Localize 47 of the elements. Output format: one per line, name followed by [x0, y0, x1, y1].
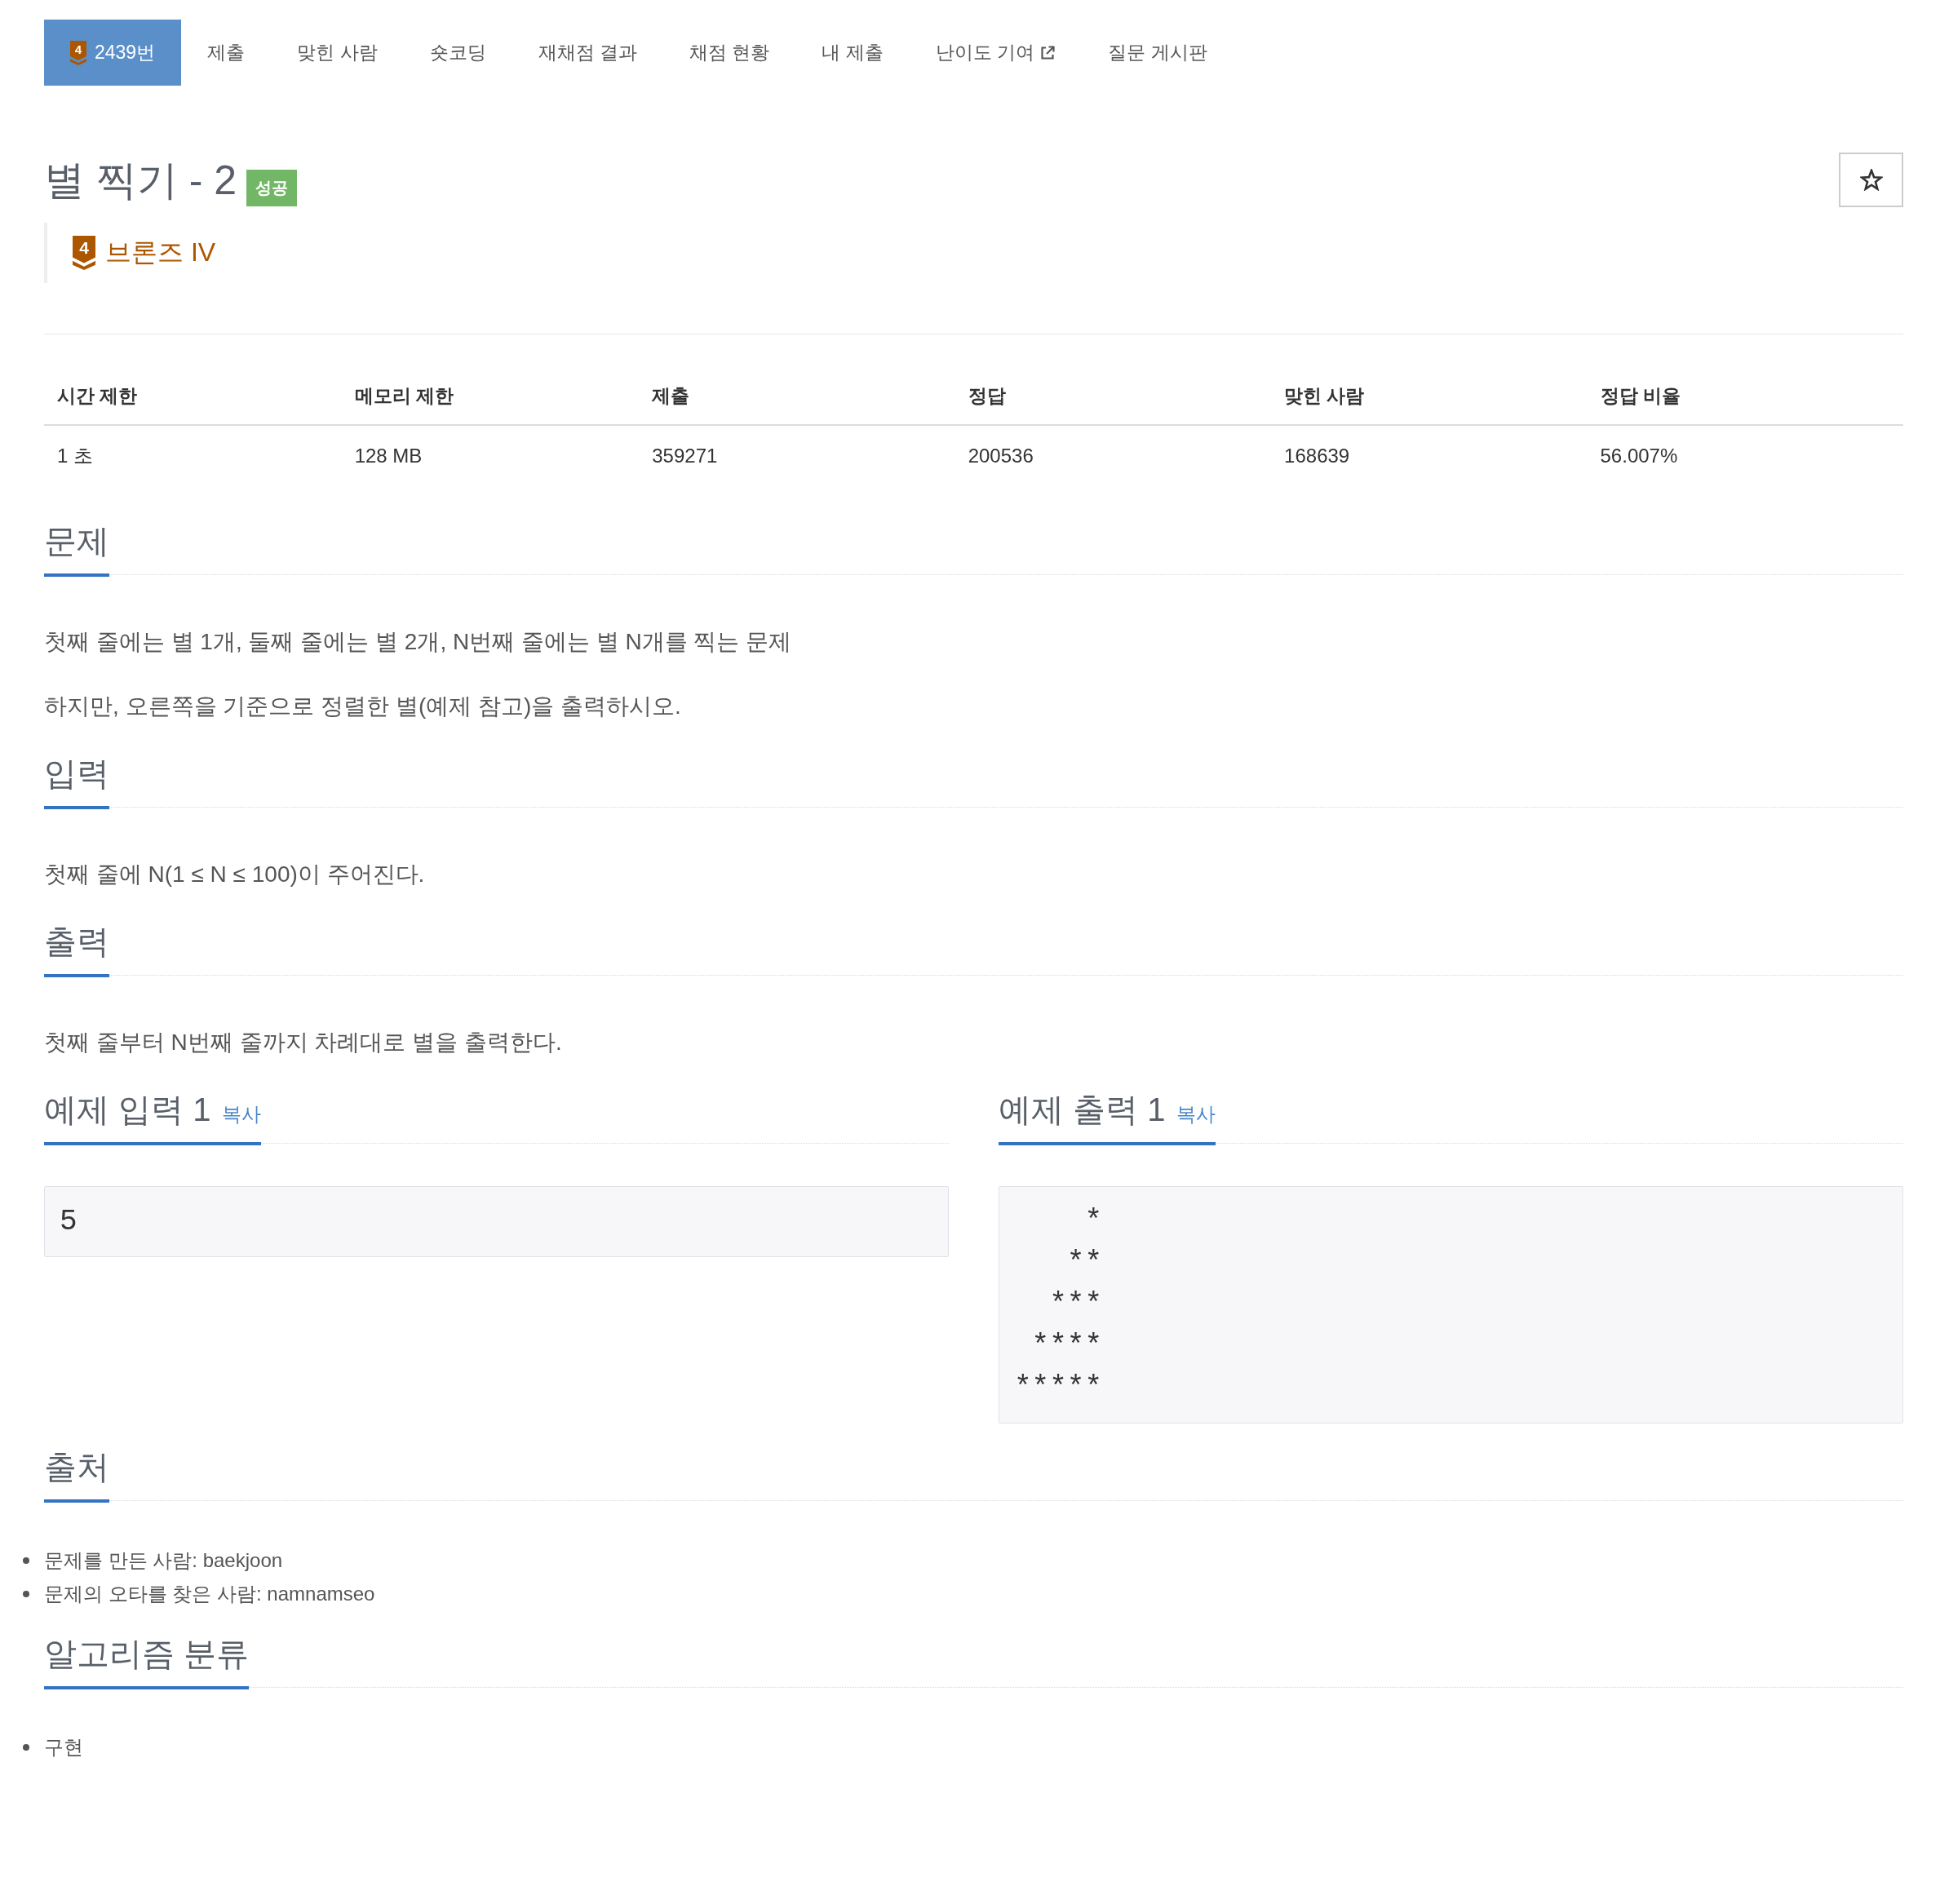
column-header: 메모리 제한: [354, 385, 454, 406]
nav-tab[interactable]: 숏코딩: [403, 20, 512, 86]
table-cell: 128 MB: [354, 445, 423, 467]
table-cell: 200536: [968, 445, 1034, 467]
table-cell: 168639: [1284, 445, 1350, 467]
sample-code-box: 5: [44, 1186, 949, 1257]
table-cell: 56.007%: [1600, 445, 1678, 467]
column-header: 정답 비율: [1600, 385, 1681, 406]
sample-code-box: * ** *** **** *****: [999, 1186, 1903, 1424]
section-heading: 출력: [44, 923, 109, 961]
section-heading: 알고리즘 분류: [44, 1635, 250, 1673]
paragraph: 하지만, 오른쪽을 기준으로 정렬한 별(예제 참고)을 출력하시오.: [44, 693, 682, 720]
section-heading: 문제: [44, 522, 109, 560]
copy-link[interactable]: 복사: [1176, 1101, 1216, 1127]
nav-tab[interactable]: 채점 현황: [662, 20, 796, 86]
section-heading: 예제 출력 1: [999, 1091, 1166, 1129]
column-header: 맞힌 사람: [1284, 385, 1365, 406]
section-heading: 입력: [44, 755, 109, 793]
nav-tab[interactable]: 질문 게시판: [1082, 20, 1234, 86]
nav-tab[interactable]: 4 2439번: [44, 20, 182, 86]
table-cell: 359271: [652, 445, 718, 467]
problem-title: 별 찍기 - 2: [44, 156, 237, 205]
paragraph: 첫째 줄부터 N번째 줄까지 차례대로 별을 출력한다.: [44, 1029, 563, 1056]
list-item-text: 구현: [44, 1735, 83, 1760]
column-header: 정답: [968, 385, 1006, 406]
nav-tab[interactable]: 내 제출: [795, 20, 910, 86]
paragraph: 첫째 줄에 N(1 ≤ N ≤ 100)이 주어진다.: [44, 861, 426, 888]
bullet-icon: [23, 1556, 29, 1564]
column-header: 시간 제한: [57, 385, 138, 406]
bullet-icon: [23, 1590, 29, 1597]
list-item-text: 문제의 오타를 찾은 사람: namnamseo: [44, 1582, 375, 1606]
result-badge: 성공: [246, 169, 298, 206]
favorite-button[interactable]: [1839, 153, 1903, 207]
tier-name[interactable]: 브론즈 IV: [105, 235, 216, 271]
external-link-icon: [1039, 44, 1056, 61]
bullet-icon: [23, 1743, 29, 1751]
list-item-text: 문제를 만든 사람: baekjoon: [44, 1548, 283, 1573]
nav-tab[interactable]: 맞힌 사람: [271, 20, 404, 86]
section-heading: 예제 입력 1: [44, 1091, 211, 1129]
nav-tab[interactable]: 난이도 기여: [909, 20, 1083, 86]
copy-link[interactable]: 복사: [222, 1101, 262, 1127]
table-cell: 1 초: [57, 445, 93, 467]
column-header: 제출: [652, 385, 690, 406]
nav-tab[interactable]: 재채점 결과: [512, 20, 663, 86]
nav-tab[interactable]: 제출: [181, 20, 272, 86]
paragraph: 첫째 줄에는 별 1개, 둘째 줄에는 별 2개, N번째 줄에는 별 N개를 찍는 문제: [44, 628, 793, 656]
section-heading: 출처: [44, 1448, 109, 1486]
